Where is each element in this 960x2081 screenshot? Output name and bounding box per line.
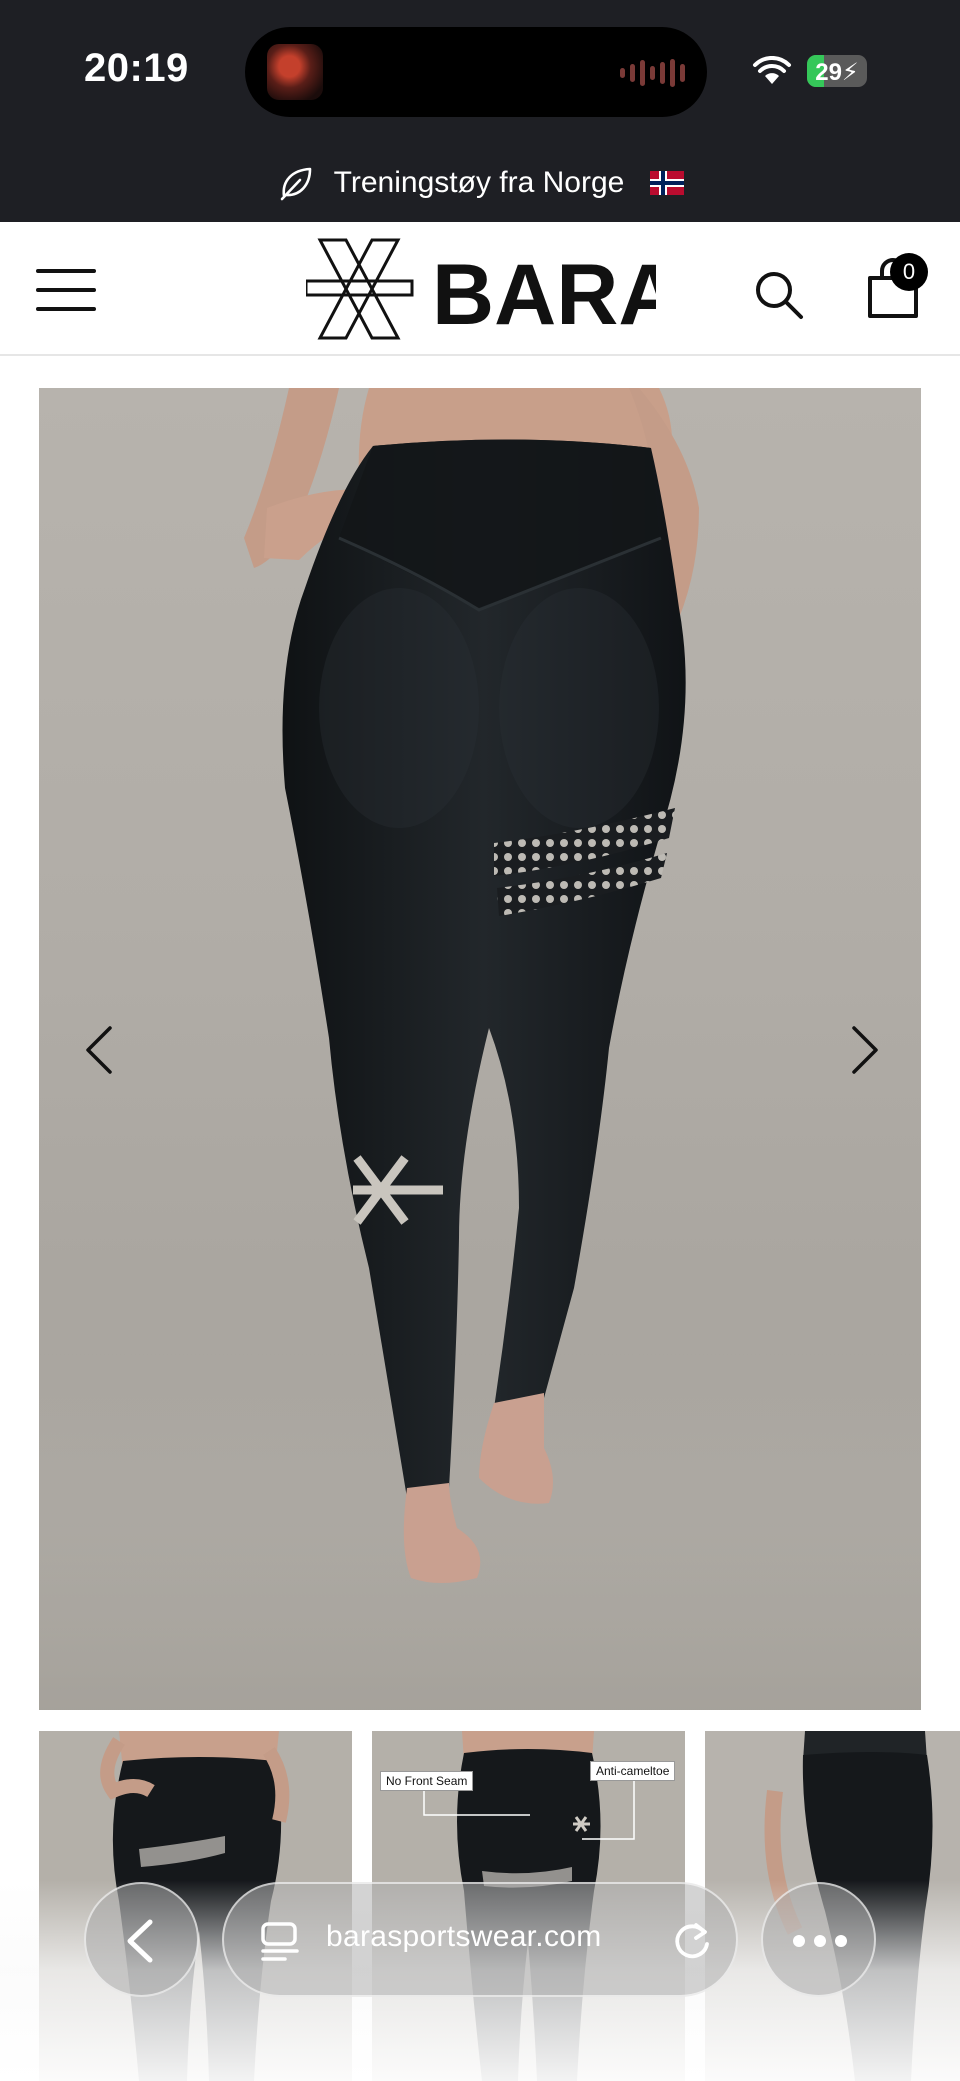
- reload-icon[interactable]: [670, 1920, 714, 1964]
- site-header: BARA: [0, 222, 960, 356]
- chevron-left-icon[interactable]: [72, 1020, 132, 1080]
- status-time: 20:19: [84, 46, 189, 90]
- wifi-icon: [753, 56, 791, 84]
- thumbnail-callout-label: Anti-cameltoe: [590, 1761, 676, 1781]
- now-playing-artwork: [267, 44, 323, 100]
- announcement-text: Treningstøy fra Norge: [333, 166, 625, 199]
- norway-flag-icon: [650, 171, 685, 195]
- url-text: barasportswear.com: [326, 1920, 602, 1953]
- product-main-image[interactable]: [39, 388, 921, 1710]
- audio-waveform-icon: [620, 59, 685, 87]
- search-icon[interactable]: [752, 268, 806, 322]
- browser-back-button[interactable]: [84, 1882, 199, 1997]
- leggings-back-photo: [39, 388, 921, 1710]
- battery-level: 29⚡: [815, 59, 859, 86]
- brand-wordmark: BARA: [432, 247, 656, 342]
- dynamic-island[interactable]: [245, 27, 707, 117]
- page-menu-icon[interactable]: [260, 1920, 300, 1964]
- thumbnail-callout-label: No Front Seam: [380, 1771, 474, 1791]
- more-dots-icon: [793, 1935, 847, 1947]
- cart-count-badge[interactable]: 0: [890, 253, 928, 291]
- hamburger-menu-button[interactable]: [36, 267, 98, 313]
- leaf-icon: [280, 167, 311, 201]
- browser-more-button[interactable]: [761, 1882, 876, 1997]
- bara-logo[interactable]: BARA: [306, 236, 656, 342]
- chevron-left-icon: [127, 1919, 153, 1963]
- battery-indicator: 29⚡: [807, 55, 867, 87]
- announcement-banner: Treningstøy fra Norge: [0, 158, 960, 208]
- chevron-right-icon[interactable]: [832, 1020, 892, 1080]
- address-bar[interactable]: barasportswear.com: [222, 1882, 738, 1997]
